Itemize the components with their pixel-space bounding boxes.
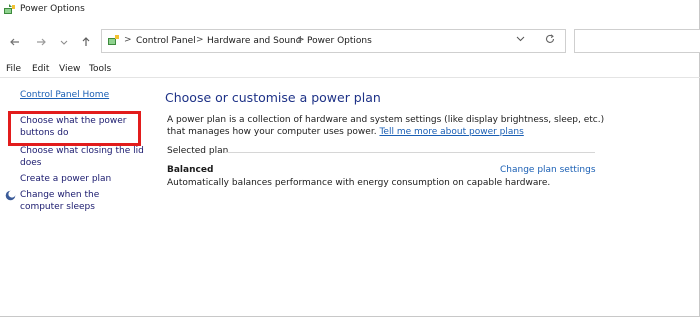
selected-plan-label: Selected plan [167,146,229,156]
sidebar-item-create-power-plan[interactable]: Create a power plan [20,173,145,185]
plan-name: Balanced [167,165,214,175]
control-panel-icon [107,34,121,48]
change-plan-settings-link[interactable]: Change plan settings [500,165,596,175]
recent-locations-chevron-icon[interactable] [56,34,72,50]
navigation-bar: > Control Panel > Hardware and Sound > P… [0,28,700,56]
breadcrumb-separator: > [297,35,305,45]
forward-arrow-icon[interactable] [33,34,49,50]
breadcrumb-hardware-and-sound[interactable]: Hardware and Sound [207,36,301,46]
refresh-icon[interactable] [544,33,556,48]
description: A power plan is a collection of hardware… [167,114,607,138]
menu-view[interactable]: View [59,64,80,74]
highlight-box [8,111,141,146]
address-bar[interactable]: > Control Panel > Hardware and Sound > P… [101,29,566,53]
back-arrow-icon[interactable] [7,34,23,50]
breadcrumb-control-panel[interactable]: Control Panel [136,36,196,46]
sidebar-item-closing-lid[interactable]: Choose what closing the lid does [20,145,145,169]
chevron-down-icon[interactable] [516,34,525,46]
sidebar-item-computer-sleeps[interactable]: Change when the computer sleeps [20,189,145,213]
tell-me-more-link[interactable]: Tell me more about power plans [379,127,523,137]
menu-bar: File Edit View Tools [0,62,700,76]
sidebar-control-panel-home[interactable]: Control Panel Home [20,89,145,101]
breadcrumb-power-options[interactable]: Power Options [307,36,372,46]
power-options-icon [3,3,17,17]
breadcrumb-separator: > [196,35,204,45]
up-arrow-icon[interactable] [78,34,94,50]
selected-plan-divider [225,152,595,153]
menu-tools[interactable]: Tools [89,64,111,74]
title-bar: Power Options [0,0,700,22]
window-title: Power Options [20,4,85,14]
page-title: Choose or customise a power plan [165,90,381,105]
menu-file[interactable]: File [6,64,21,74]
menu-edit[interactable]: Edit [32,64,49,74]
plan-description: Automatically balances performance with … [167,178,551,188]
breadcrumb-separator: > [124,35,132,45]
search-input[interactable] [574,29,700,53]
moon-sleep-icon [5,190,16,201]
